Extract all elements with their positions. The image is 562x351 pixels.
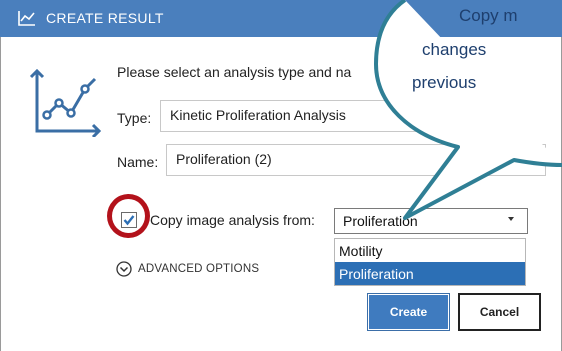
callout-line-1: Copy m	[459, 6, 518, 25]
screen: CREATE RESULT Please select an analysis …	[0, 0, 562, 351]
callout-line-3: previous	[412, 73, 477, 92]
callout-line-2: changes	[422, 40, 487, 59]
